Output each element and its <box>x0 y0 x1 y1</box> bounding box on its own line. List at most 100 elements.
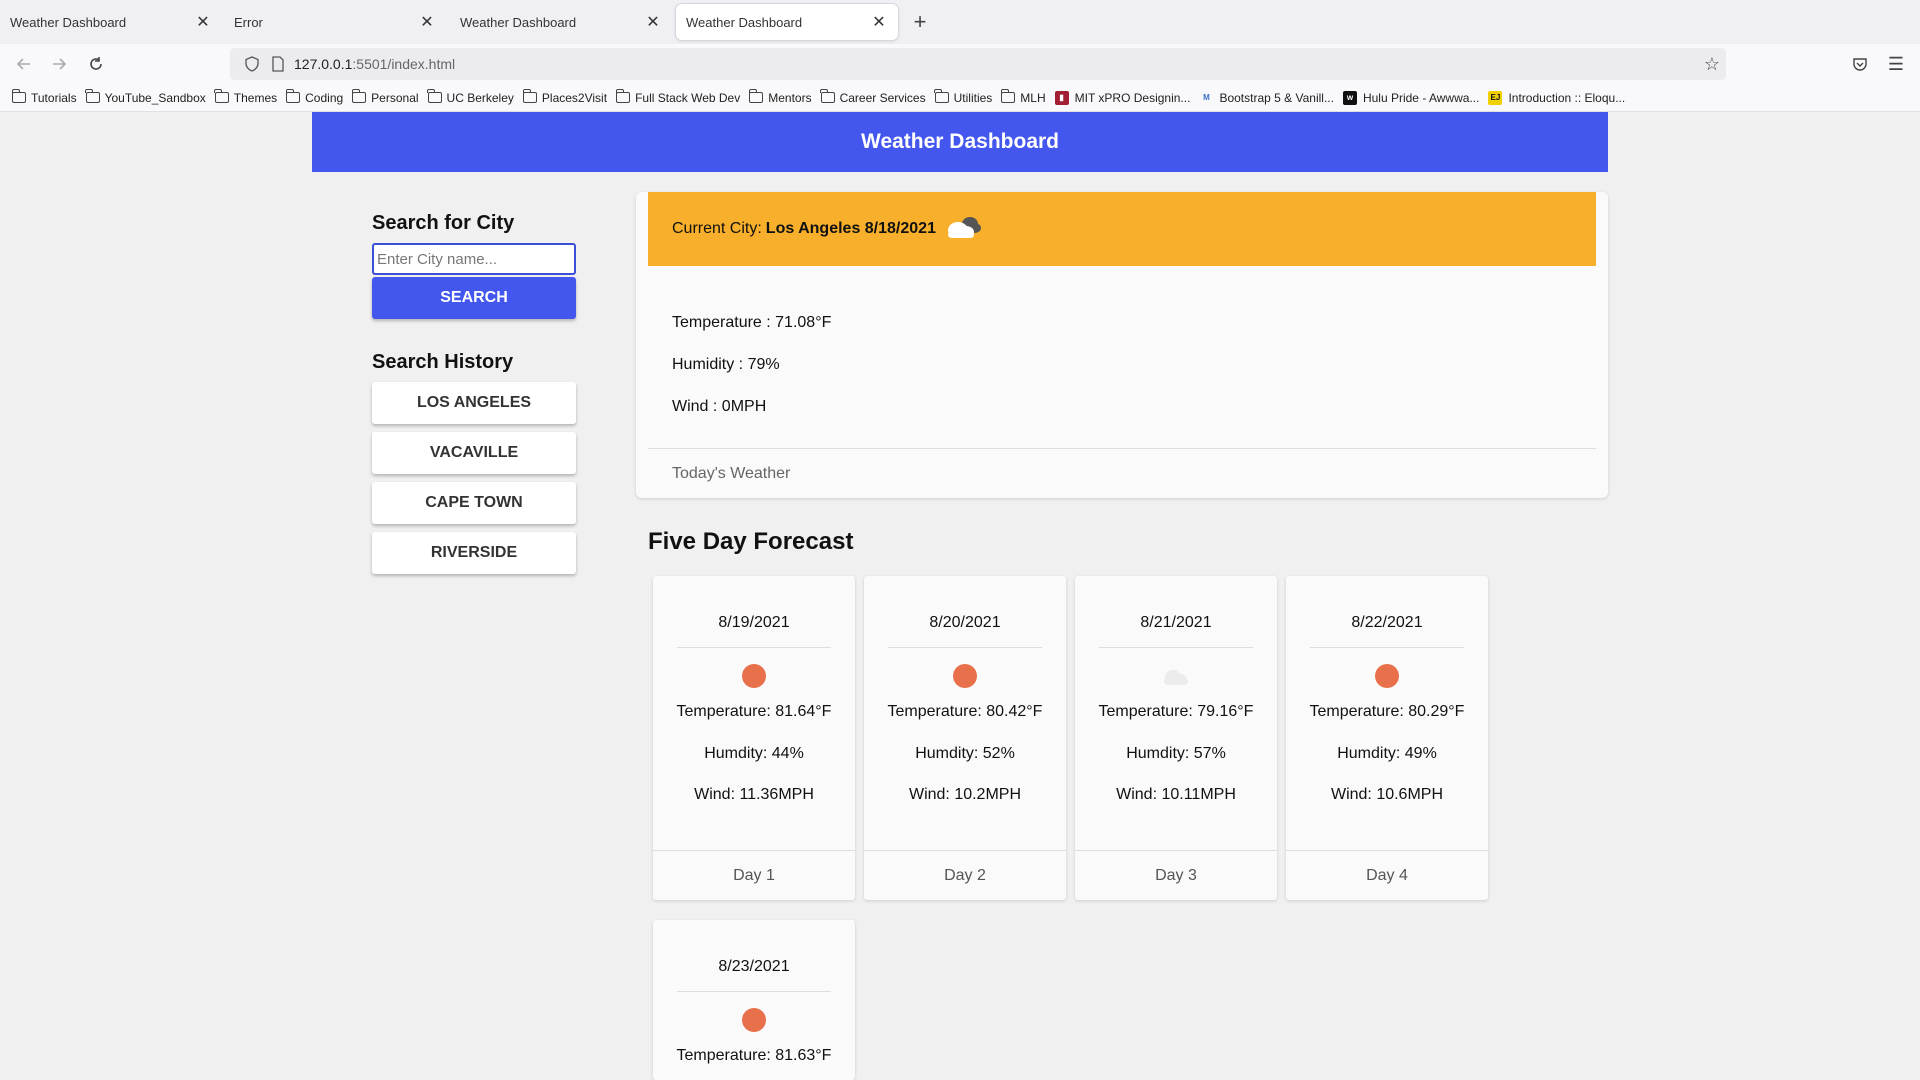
forecast-humidity: Humdity: 49% <box>1337 745 1437 762</box>
shield-icon[interactable] <box>242 54 262 74</box>
forecast-date: 8/23/2021 <box>677 958 831 992</box>
bookmark-label: Places2Visit <box>541 90 608 105</box>
pocket-icon[interactable] <box>1848 52 1872 76</box>
browser-tab[interactable]: Weather Dashboard ✕ <box>0 4 222 40</box>
bookmark-site[interactable]: EJ Introduction :: Eloqu... <box>1488 90 1625 105</box>
bookmark-folder[interactable]: YouTube_Sandbox <box>85 89 206 105</box>
forward-icon[interactable] <box>47 52 71 76</box>
current-humidity: Humidity : 79% <box>672 356 780 373</box>
forecast-temperature: Temperature: 81.63°F <box>676 1047 832 1064</box>
bookmark-label: Coding <box>305 90 344 105</box>
current-weather-card: Current City: Los Angeles 8/18/2021 Temp… <box>636 192 1608 498</box>
page-icon[interactable] <box>268 54 288 74</box>
forecast-wind: Wind: 10.2MPH <box>908 786 1022 803</box>
bookmarks-bar: Tutorials YouTube_Sandbox Themes Coding … <box>0 84 1920 112</box>
bookmark-label: Career Services <box>839 90 926 105</box>
url-bar[interactable]: 127.0.0.1:5501/index.html <box>230 48 1726 80</box>
current-weather-header: Current City: Los Angeles 8/18/2021 <box>648 192 1596 266</box>
forecast-date: 8/20/2021 <box>888 614 1042 648</box>
bookmark-label: Tutorials <box>31 90 77 105</box>
sidebar: Search for City SEARCH Search History LO… <box>372 212 578 582</box>
forecast-wind: Wind: 11.36MPH <box>694 786 814 803</box>
page-header: Weather Dashboard <box>312 112 1608 172</box>
bookmark-label: Mentors <box>768 90 812 105</box>
forecast-title: Five Day Forecast <box>648 528 854 555</box>
hamburger-menu-icon[interactable]: ☰ <box>1884 52 1908 76</box>
forecast-temperature: Temperature: 79.16°F <box>1098 703 1254 720</box>
search-button[interactable]: SEARCH <box>372 277 576 319</box>
city-search-input[interactable] <box>372 243 576 275</box>
forecast-day-label: Day 4 <box>1286 850 1488 900</box>
folder-icon <box>1000 89 1016 103</box>
history-heading: Search History <box>372 351 514 373</box>
folder-icon <box>11 89 26 103</box>
folder-icon <box>351 89 367 103</box>
bookmark-folder[interactable]: Personal <box>351 89 419 105</box>
tab-title: Weather Dashboard <box>460 14 577 30</box>
forecast-humidity: Humdity: 57% <box>1126 745 1226 762</box>
bookmark-label: Personal <box>371 90 419 105</box>
cloud-icon <box>944 214 982 245</box>
forecast-date: 8/21/2021 <box>1099 614 1253 648</box>
bookmark-label: Hulu Pride - Awwwa... <box>1362 90 1480 105</box>
browser-tab[interactable]: Error ✕ <box>224 4 446 40</box>
history-button-vacaville[interactable]: VACAVILLE <box>372 432 576 474</box>
forecast-day-label: Day 3 <box>1075 850 1277 900</box>
bookmark-folder[interactable]: Themes <box>214 89 278 105</box>
search-heading: Search for City <box>372 212 515 234</box>
close-icon[interactable]: ✕ <box>194 13 212 31</box>
bookmark-site[interactable]: w Hulu Pride - Awwwa... <box>1342 90 1480 105</box>
reload-icon[interactable] <box>84 52 108 76</box>
forecast-card-day-5: 8/23/2021 Temperature: 81.63°F <box>653 920 855 1080</box>
sun-icon <box>1375 664 1399 688</box>
browser-tab-active[interactable]: Weather Dashboard ✕ <box>676 4 898 40</box>
bookmark-folder[interactable]: Utilities <box>934 89 992 105</box>
folder-icon <box>522 89 537 103</box>
history-button-los-angeles[interactable]: LOS ANGELES <box>372 382 576 424</box>
folder-icon <box>285 89 301 103</box>
bookmark-site[interactable]: M Bootstrap 5 & Vanill... <box>1199 91 1334 105</box>
bookmark-folder[interactable]: UC Berkeley <box>427 89 514 105</box>
history-button-riverside[interactable]: RIVERSIDE <box>372 532 576 574</box>
mit-icon: ▮ <box>1054 90 1069 105</box>
forecast-humidity: Humdity: 44% <box>704 745 804 762</box>
bookmark-label: MLH <box>1020 90 1046 105</box>
tab-title: Weather Dashboard <box>10 14 127 30</box>
tab-title: Weather Dashboard <box>686 14 803 30</box>
history-button-cape-town[interactable]: CAPE TOWN <box>372 482 576 524</box>
bookmark-folder[interactable]: Tutorials <box>11 89 77 105</box>
forecast-humidity: Humdity: 52% <box>915 745 1015 762</box>
tab-bar: Weather Dashboard ✕ Error ✕ Weather Dash… <box>0 0 1920 44</box>
bookmark-label: UC Berkeley <box>446 90 514 105</box>
bookmark-label: YouTube_Sandbox <box>104 90 206 105</box>
bookmark-folder[interactable]: Career Services <box>820 89 926 105</box>
bookmark-folder[interactable]: Places2Visit <box>522 89 608 105</box>
folder-icon <box>748 89 764 103</box>
close-icon[interactable]: ✕ <box>870 13 888 31</box>
forecast-date: 8/22/2021 <box>1310 614 1464 648</box>
nav-bar: 127.0.0.1:5501/index.html ☆ ☰ <box>0 44 1920 84</box>
folder-icon <box>615 89 631 103</box>
forecast-card-day-4: 8/22/2021 Temperature: 80.29°F Humdity: … <box>1286 576 1488 900</box>
current-weather-details: Temperature : 71.08°F Humidity : 79% Win… <box>672 302 831 428</box>
bookmark-label: Themes <box>233 90 278 105</box>
ejs-icon: EJ <box>1488 90 1503 105</box>
bookmark-site[interactable]: ▮ MIT xPRO Designin... <box>1054 90 1191 105</box>
browser-tab[interactable]: Weather Dashboard ✕ <box>450 4 672 40</box>
bookmark-label: Bootstrap 5 & Vanill... <box>1219 90 1334 105</box>
current-weather-footer: Today's Weather <box>648 448 1596 498</box>
new-tab-icon[interactable]: + <box>908 9 932 34</box>
bookmark-label: MIT xPRO Designin... <box>1074 90 1191 105</box>
tab-title: Error <box>234 14 263 30</box>
close-icon[interactable]: ✕ <box>644 13 662 31</box>
bookmark-star-icon[interactable]: ☆ <box>1700 52 1724 76</box>
forecast-card-day-2: 8/20/2021 Temperature: 80.42°F Humdity: … <box>864 576 1066 900</box>
bookmark-label: Full Stack Web Dev <box>635 90 741 105</box>
bookmark-folder[interactable]: Full Stack Web Dev <box>615 89 741 105</box>
close-icon[interactable]: ✕ <box>418 13 436 31</box>
bookmark-folder[interactable]: MLH <box>1000 89 1046 105</box>
bookmark-folder[interactable]: Mentors <box>748 89 812 105</box>
current-city-date: Los Angeles 8/18/2021 <box>765 220 936 237</box>
back-icon[interactable] <box>12 52 36 76</box>
bookmark-folder[interactable]: Coding <box>285 89 344 105</box>
